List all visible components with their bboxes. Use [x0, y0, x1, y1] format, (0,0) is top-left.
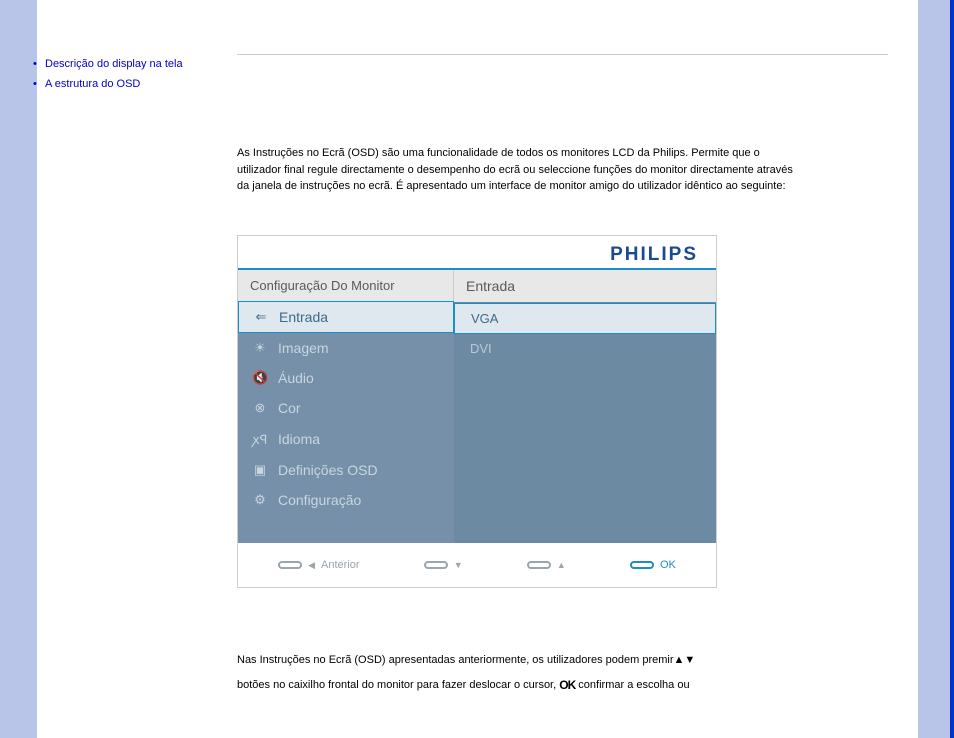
osd-options: VGA DVI [454, 302, 716, 543]
arrow-down-icon [454, 559, 463, 571]
osd-menu-entrada[interactable]: ⇐ Entrada [238, 301, 454, 333]
osd-button-prev[interactable]: Anterior [278, 559, 359, 571]
pill-icon [424, 561, 448, 569]
osd-option-vga[interactable]: VGA [454, 303, 716, 334]
osd-menu: ⇐ Entrada ☀ Imagem 🔇 Áudio ⊗ [238, 301, 454, 543]
gear-icon: ⚙ [252, 492, 268, 508]
sidebar-link-estrutura[interactable]: A estrutura do OSD [37, 74, 237, 94]
divider [237, 54, 888, 55]
osd-menu-label: Configuração [278, 492, 361, 508]
arrow-up-icon [557, 559, 566, 571]
osd-header-left: Configuração Do Monitor [238, 270, 454, 301]
up-down-icon: ▲▼ [674, 648, 696, 672]
pill-icon [630, 561, 654, 569]
osd-menu-label: Cor [278, 400, 301, 416]
osd-menu-label: Entrada [279, 309, 328, 325]
osd-button-ok[interactable]: OK [630, 559, 676, 571]
language-icon: ꭗꟼ [252, 430, 268, 448]
ok-text-icon: OK [559, 672, 575, 698]
input-icon: ⇐ [253, 309, 269, 325]
brightness-icon: ☀ [252, 340, 268, 356]
osd-menu-label: Idioma [278, 431, 320, 447]
globe-icon: ⊗ [252, 400, 268, 416]
osd-panel: PHILIPS Configuração Do Monitor ⇐ Entrad… [237, 235, 717, 588]
intro-paragraph: As Instruções no Ecrã (OSD) são uma func… [237, 145, 797, 195]
pill-icon [527, 561, 551, 569]
screen-icon: ▣ [252, 462, 268, 478]
osd-menu-label: Áudio [278, 370, 314, 386]
osd-button-up[interactable] [527, 559, 566, 571]
osd-option-dvi[interactable]: DVI [454, 334, 716, 363]
footer-paragraph: Nas Instruções no Ecrã (OSD) apresentada… [237, 648, 797, 699]
osd-menu-imagem[interactable]: ☀ Imagem [238, 333, 454, 363]
osd-header-right: Entrada [454, 270, 716, 302]
speaker-icon: 🔇 [252, 370, 268, 386]
right-rail [918, 0, 954, 738]
osd-button-down[interactable] [424, 559, 463, 571]
osd-menu-audio[interactable]: 🔇 Áudio [238, 363, 454, 393]
osd-menu-label: Definições OSD [278, 462, 378, 478]
sidebar: Descrição do display na tela A estrutura… [37, 0, 237, 738]
brand-logo: PHILIPS [238, 244, 716, 268]
osd-menu-cor[interactable]: ⊗ Cor [238, 393, 454, 423]
osd-menu-definicoes[interactable]: ▣ Definições OSD [238, 455, 454, 485]
osd-menu-label: Imagem [278, 340, 329, 356]
left-rail [0, 0, 37, 738]
osd-footer: Anterior OK [238, 543, 716, 587]
arrow-left-icon [308, 559, 315, 571]
sidebar-link-descricao[interactable]: Descrição do display na tela [37, 54, 237, 74]
osd-menu-idioma[interactable]: ꭗꟼ Idioma [238, 423, 454, 455]
osd-menu-configuracao[interactable]: ⚙ Configuração [238, 485, 454, 515]
pill-icon [278, 561, 302, 569]
